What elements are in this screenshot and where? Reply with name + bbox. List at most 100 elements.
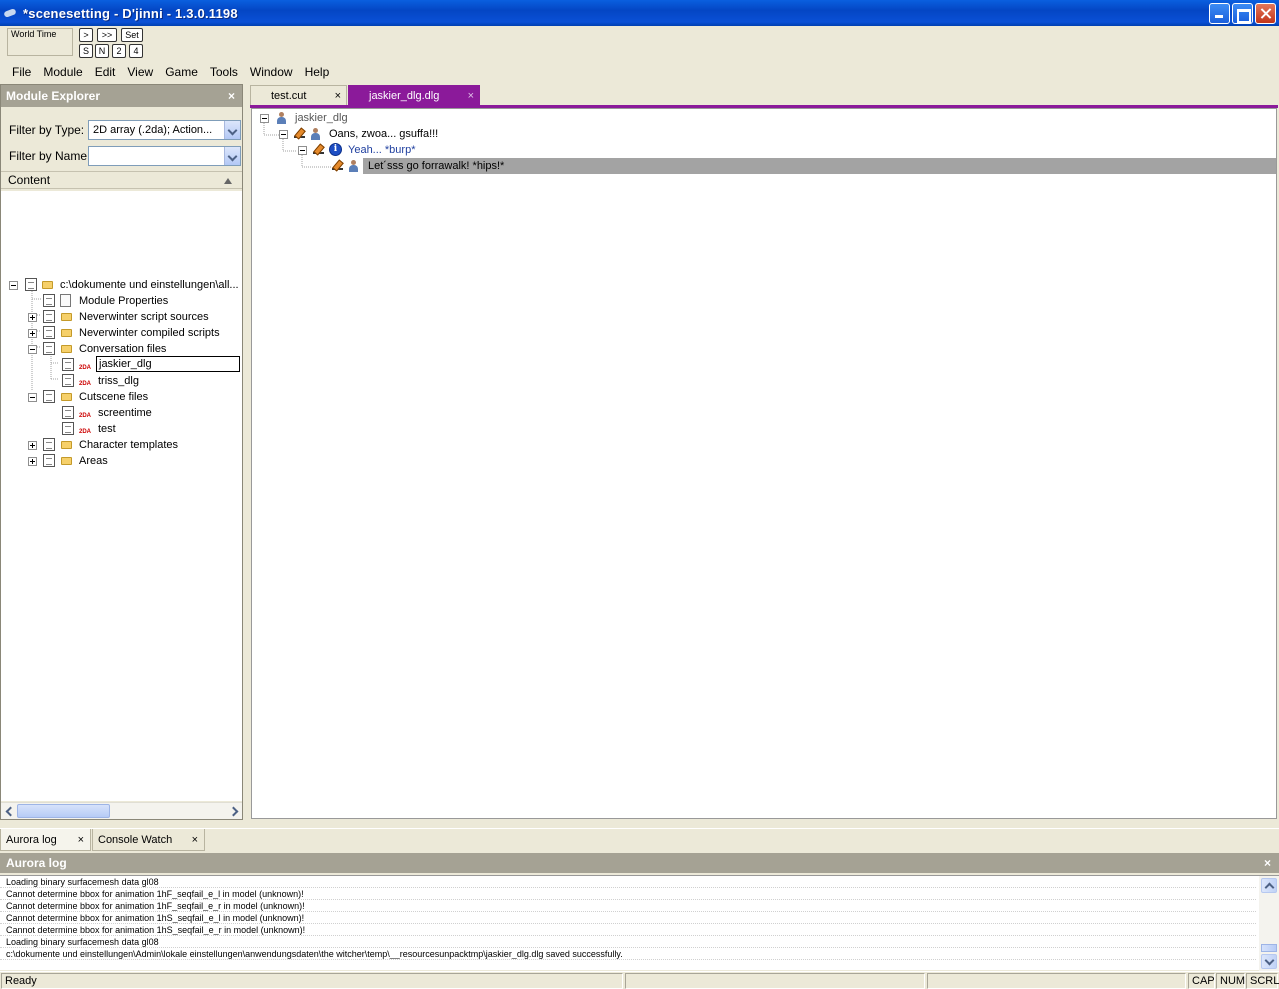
scroll-left-icon[interactable]	[1, 803, 16, 819]
tree-item-jaskier-dlg[interactable]: 2DA jaskier_dlg	[1, 356, 242, 373]
conversation-entry[interactable]: Oans, zwoa... gsuffa!!!	[252, 126, 652, 142]
menu-file[interactable]: File	[6, 65, 37, 79]
entry-text: Let´sss go forrawalk! *hips!*	[368, 160, 505, 172]
collapse-icon[interactable]	[28, 393, 37, 402]
tab-aurora-log[interactable]: Aurora log ×	[0, 829, 91, 851]
close-tab-icon[interactable]: ×	[335, 86, 341, 107]
tree-item-conversation-files[interactable]: Conversation files	[1, 341, 242, 357]
expand-icon[interactable]	[28, 441, 37, 450]
checkout-icon	[62, 358, 74, 371]
tree-item-module-properties[interactable]: Module Properties	[1, 293, 242, 309]
expand-icon[interactable]	[28, 457, 37, 466]
module-tree: c:\dokumente und einstellungen\all... Mo…	[1, 191, 242, 801]
tree-item-areas[interactable]: Areas	[1, 453, 242, 469]
tree-item-screentime[interactable]: 2DA screentime	[1, 405, 242, 421]
expand-icon[interactable]	[28, 329, 37, 338]
bottom-tab-bar: Aurora log × Console Watch ×	[0, 828, 1279, 851]
time-n-button[interactable]: N	[95, 44, 109, 58]
content-header[interactable]: Content	[1, 171, 242, 189]
tab-jaskier-dlg[interactable]: jaskier_dlg.dlg ×	[348, 85, 480, 106]
conversation-entry-selected[interactable]: Let´sss go forrawalk! *hips!*	[363, 158, 1276, 174]
chevron-down-icon[interactable]	[224, 121, 240, 139]
collapse-icon[interactable]	[9, 281, 18, 290]
scroll-right-icon[interactable]	[227, 803, 242, 819]
minimize-button[interactable]	[1209, 3, 1230, 24]
log-line: c:\dokumente und einstellungen\Admin\lok…	[0, 948, 1256, 960]
scroll-up-icon[interactable]	[1261, 878, 1277, 893]
num-lock-indicator: NUM	[1216, 973, 1245, 989]
content-label: Content	[8, 173, 51, 187]
folder-icon	[42, 281, 53, 289]
folder-icon	[61, 393, 72, 401]
person-icon	[348, 160, 359, 172]
menu-tools[interactable]: Tools	[204, 65, 244, 79]
scroll-thumb[interactable]	[17, 804, 110, 818]
time-4-button[interactable]: 4	[129, 44, 143, 58]
tab-label: Aurora log	[6, 834, 57, 846]
tab-console-watch[interactable]: Console Watch ×	[92, 829, 205, 851]
scroll-thumb[interactable]	[1261, 944, 1277, 952]
tree-item-script-sources[interactable]: Neverwinter script sources	[1, 309, 242, 325]
panel-splitter[interactable]	[244, 84, 250, 820]
maximize-button[interactable]	[1232, 3, 1253, 24]
tree-item-label: Neverwinter script sources	[79, 311, 209, 323]
tree-item-test[interactable]: 2DA test	[1, 421, 242, 437]
collapse-icon[interactable]	[260, 114, 269, 123]
time-s-button[interactable]: S	[79, 44, 93, 58]
close-explorer-icon[interactable]: ×	[228, 85, 235, 107]
close-button[interactable]	[1255, 3, 1276, 24]
conversation-reply[interactable]: i Yeah... *burp*	[252, 142, 652, 158]
time-play-button[interactable]: >	[79, 28, 93, 42]
collapse-icon[interactable]	[298, 146, 307, 155]
tree-item-cutscene-files[interactable]: Cutscene files	[1, 389, 242, 405]
menu-view[interactable]: View	[121, 65, 159, 79]
log-line: Cannot determine bbox for animation 1hS_…	[0, 924, 1256, 936]
status-text: Ready	[1, 973, 623, 989]
module-explorer-panel: Module Explorer × Filter by Type: 2D arr…	[0, 84, 243, 820]
filter-type-value: 2D array (.2da); Action...	[93, 124, 213, 136]
info-icon: i	[329, 143, 342, 156]
menu-module[interactable]: Module	[37, 65, 88, 79]
scroll-down-icon[interactable]	[1261, 954, 1277, 969]
log-vertical-scrollbar[interactable]	[1259, 876, 1279, 971]
checkout-icon	[43, 294, 55, 307]
explorer-horizontal-scrollbar[interactable]	[1, 802, 242, 819]
tree-item-label: Module Properties	[79, 295, 169, 307]
module-explorer-title: Module Explorer	[6, 89, 101, 103]
collapse-icon[interactable]	[279, 130, 288, 139]
chevron-down-icon[interactable]	[224, 147, 240, 165]
menu-edit[interactable]: Edit	[89, 65, 122, 79]
tree-item-root[interactable]: c:\dokumente und einstellungen\all...	[1, 277, 242, 293]
rename-field[interactable]: jaskier_dlg	[96, 356, 240, 372]
menu-help[interactable]: Help	[299, 65, 336, 79]
filter-name-input[interactable]	[88, 146, 241, 166]
aurora-log-header: Aurora log ×	[0, 853, 1279, 873]
log-line: Cannot determine bbox for animation 1hF_…	[0, 888, 1256, 900]
time-2-button[interactable]: 2	[112, 44, 126, 58]
close-log-icon[interactable]: ×	[1264, 853, 1271, 873]
conversation-editor: jaskier_dlg Oans, zwoa... gsuffa!!! i Ye…	[251, 108, 1277, 819]
close-tab-icon[interactable]: ×	[192, 829, 198, 851]
collapse-icon[interactable]	[28, 345, 37, 354]
menu-window[interactable]: Window	[244, 65, 299, 79]
conversation-root[interactable]: jaskier_dlg	[252, 110, 652, 126]
filter-type-select[interactable]: 2D array (.2da); Action...	[88, 120, 241, 140]
close-tab-icon[interactable]: ×	[468, 86, 474, 107]
expand-icon[interactable]	[28, 313, 37, 322]
collapse-arrow-icon[interactable]	[224, 178, 232, 184]
tab-test-cut[interactable]: test.cut ×	[250, 85, 347, 106]
menu-bar: File Module Edit View Game Tools Window …	[0, 62, 1279, 82]
tree-item-character-templates[interactable]: Character templates	[1, 437, 242, 453]
tree-item-compiled-scripts[interactable]: Neverwinter compiled scripts	[1, 325, 242, 341]
folder-icon	[61, 441, 72, 449]
tree-item-triss-dlg[interactable]: 2DA triss_dlg	[1, 373, 242, 389]
folder-icon	[61, 457, 72, 465]
menu-game[interactable]: Game	[159, 65, 204, 79]
time-set-button[interactable]: Set	[121, 28, 143, 42]
log-line: Loading binary surfacemesh data gl08	[0, 936, 1256, 948]
time-fast-button[interactable]: >>	[97, 28, 117, 42]
close-tab-icon[interactable]: ×	[78, 829, 84, 851]
checkout-icon	[43, 326, 55, 339]
checkout-icon	[43, 454, 55, 467]
edit-pen-icon	[332, 160, 344, 171]
